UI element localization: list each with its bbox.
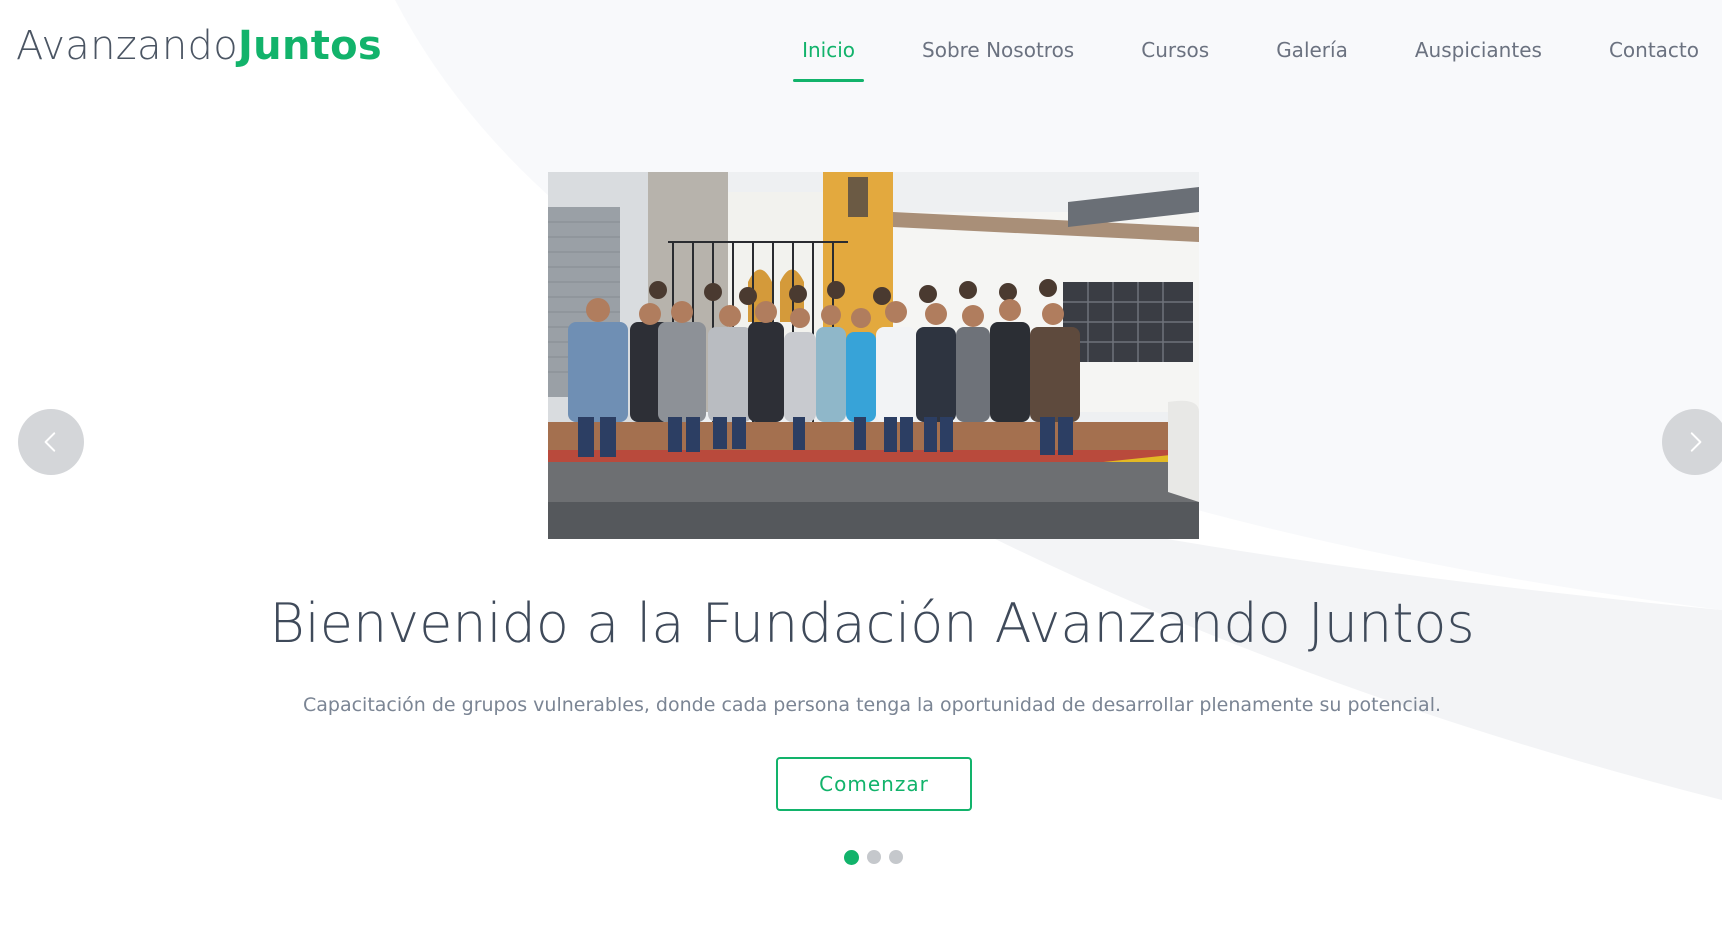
brand-logo-part1: Avanzando xyxy=(16,23,238,69)
brand-logo-part2: Juntos xyxy=(237,23,383,69)
carousel-dot-1[interactable] xyxy=(844,850,859,865)
hero-title: Bienvenido a la Fundación Avanzando Junt… xyxy=(269,592,1475,655)
carousel-dot-2[interactable] xyxy=(867,850,881,864)
site-header: AvanzandoJuntos Inicio Sobre Nosotros Cu… xyxy=(0,0,1722,100)
nav-item-contacto[interactable]: Contacto xyxy=(1600,34,1708,82)
nav-item-inicio[interactable]: Inicio xyxy=(793,34,864,82)
nav-item-galeria[interactable]: Galería xyxy=(1267,34,1357,82)
carousel-indicators xyxy=(844,850,911,865)
main-nav: Inicio Sobre Nosotros Cursos Galería Aus… xyxy=(744,34,1708,82)
brand-logo[interactable]: AvanzandoJuntos xyxy=(16,18,382,74)
nav-item-auspiciantes[interactable]: Auspiciantes xyxy=(1406,34,1551,82)
chevron-left-icon xyxy=(44,432,56,452)
carousel-next-button[interactable] xyxy=(1662,409,1722,475)
nav-item-sobre-nosotros[interactable]: Sobre Nosotros xyxy=(913,34,1083,82)
nav-item-cursos[interactable]: Cursos xyxy=(1132,34,1218,82)
comenzar-button[interactable]: Comenzar xyxy=(776,757,972,811)
chevron-right-icon xyxy=(1690,432,1702,452)
carousel-prev-button[interactable] xyxy=(18,409,84,475)
hero-photo xyxy=(548,172,1199,539)
carousel-dot-3[interactable] xyxy=(889,850,903,864)
hero-subtitle: Capacitación de grupos vulnerables, dond… xyxy=(302,694,1442,716)
